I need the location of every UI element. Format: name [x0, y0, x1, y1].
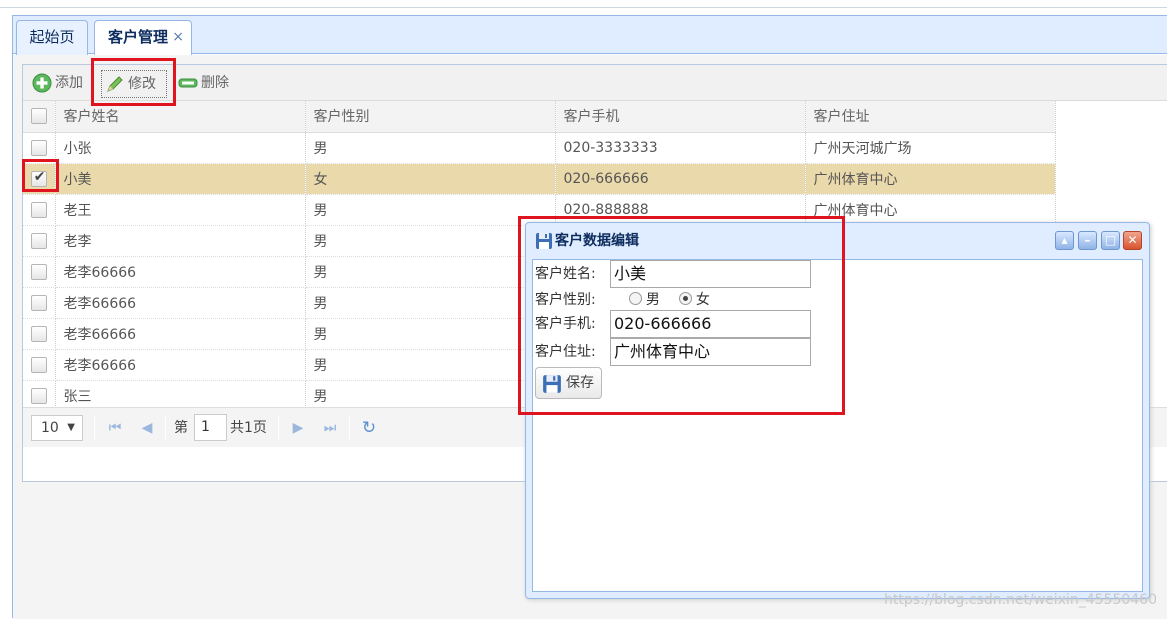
- edit-dialog: 客户数据编辑 ▴ – □ ✕ 客户姓名: 小美 客户性别: 男 女 客户手机: …: [525, 222, 1150, 599]
- cell-address: 广州天河城广场: [805, 132, 1056, 164]
- form-row-sex: 客户性别: 男 女: [535, 288, 710, 312]
- row-checkbox[interactable]: [23, 132, 56, 164]
- pager-divider: [94, 416, 95, 440]
- phone-label: 客户手机:: [535, 316, 596, 332]
- select-all-checkbox[interactable]: [23, 101, 56, 133]
- add-button[interactable]: 添加: [29, 71, 89, 95]
- next-page-icon[interactable]: ▶: [288, 418, 308, 438]
- save-button-label: 保存: [566, 375, 594, 391]
- cell-sex: 男: [305, 132, 556, 164]
- table-row[interactable]: 老王男 020-888888 广州体育中心: [23, 194, 1056, 226]
- cell-phone: 020-666666: [555, 163, 806, 195]
- cell-sex: 女: [305, 163, 556, 195]
- pager-divider: [349, 416, 350, 440]
- column-header-address[interactable]: 客户住址: [805, 101, 1056, 133]
- pencil-icon: [107, 76, 123, 92]
- radio-male-label: 男: [645, 292, 660, 308]
- cell-name: 老李66666: [55, 349, 306, 381]
- pager-divider: [165, 416, 166, 440]
- cell-sex: 男: [305, 318, 556, 350]
- radio-female-label: 女: [695, 292, 710, 308]
- cell-name: 老王: [55, 194, 306, 226]
- cell-name: 老李66666: [55, 256, 306, 288]
- tab-home-label: 起始页: [29, 28, 75, 46]
- plus-icon: [32, 73, 52, 93]
- close-icon[interactable]: ✕: [1123, 231, 1142, 250]
- cell-name: 老李66666: [55, 318, 306, 350]
- cell-phone: 020-888888: [555, 194, 806, 226]
- row-checkbox[interactable]: [23, 318, 56, 350]
- cell-name: 小美: [55, 163, 306, 195]
- prev-page-icon[interactable]: ◀: [137, 418, 157, 438]
- phone-input[interactable]: 020-666666: [610, 310, 811, 338]
- cell-address: 广州体育中心: [805, 194, 1056, 226]
- row-checkbox[interactable]: [23, 256, 56, 288]
- column-header-phone[interactable]: 客户手机: [555, 101, 806, 133]
- name-input[interactable]: 小美: [610, 260, 811, 288]
- edit-button-label: 修改: [128, 76, 156, 92]
- tabs-bar: 起始页 客户管理 ×: [13, 16, 1167, 55]
- floppy-disk-icon: [543, 375, 561, 393]
- cell-sex: 男: [305, 287, 556, 319]
- row-checkbox[interactable]: [23, 287, 56, 319]
- row-checkbox[interactable]: [23, 349, 56, 381]
- pager-divider: [278, 416, 279, 440]
- cell-name: 老李: [55, 225, 306, 257]
- cell-address: 广州体育中心: [805, 163, 1056, 195]
- grid-toolbar: 添加 修改 删除: [23, 65, 1167, 101]
- save-button[interactable]: 保存: [535, 367, 602, 399]
- form-row-name: 客户姓名: 小美: [535, 260, 811, 288]
- add-button-label: 添加: [55, 75, 83, 91]
- dialog-title: 客户数据编辑: [535, 231, 639, 251]
- edit-button[interactable]: 修改: [101, 70, 167, 98]
- chevron-down-icon: ▼: [67, 422, 75, 433]
- tab-home[interactable]: 起始页: [16, 20, 88, 55]
- form-row-phone: 客户手机: 020-666666: [535, 310, 811, 338]
- column-header-sex[interactable]: 客户性别: [305, 101, 556, 133]
- table-row[interactable]: 小美女020-666666广州体育中心: [23, 163, 1056, 195]
- page-total: 共1页: [230, 420, 267, 436]
- cell-phone: 020-3333333: [555, 132, 806, 164]
- minimize-icon[interactable]: –: [1078, 231, 1097, 250]
- sex-label: 客户性别:: [535, 292, 596, 308]
- row-checkbox[interactable]: [23, 194, 56, 226]
- tab-customer-management-label: 客户管理: [108, 28, 169, 46]
- page-size-value: 10: [41, 420, 59, 436]
- page-prefix: 第: [174, 420, 188, 436]
- name-label: 客户姓名:: [535, 266, 596, 282]
- cell-name: 老李66666: [55, 287, 306, 319]
- delete-button[interactable]: 删除: [175, 71, 237, 95]
- floppy-disk-icon: [536, 233, 552, 249]
- cell-sex: 男: [305, 256, 556, 288]
- cell-sex: 男: [305, 225, 556, 257]
- dialog-body: 客户姓名: 小美 客户性别: 男 女 客户手机: 020-666666 客户住址…: [532, 259, 1143, 592]
- row-checkbox[interactable]: [23, 225, 56, 257]
- maximize-icon[interactable]: □: [1101, 231, 1120, 250]
- refresh-icon[interactable]: ↻: [359, 418, 379, 438]
- tab-customer-management[interactable]: 客户管理 ×: [94, 20, 192, 55]
- cell-sex: 男: [305, 194, 556, 226]
- table-row[interactable]: 小张男 020-3333333 广州天河城广场: [23, 132, 1056, 164]
- cell-name: 小张: [55, 132, 306, 164]
- dialog-title-text: 客户数据编辑: [555, 233, 639, 249]
- page-size-select[interactable]: 10 ▼: [31, 415, 83, 441]
- row-checkbox[interactable]: [23, 163, 56, 195]
- minus-icon: [178, 78, 198, 88]
- page-number-input[interactable]: 1: [194, 414, 227, 441]
- cell-sex: 男: [305, 349, 556, 381]
- form-row-address: 客户住址: 广州体育中心: [535, 338, 811, 366]
- address-label: 客户住址:: [535, 344, 596, 360]
- last-page-icon[interactable]: ⏭: [320, 418, 340, 438]
- top-strip: [0, 0, 1167, 8]
- collapse-icon[interactable]: ▴: [1055, 231, 1074, 250]
- radio-male[interactable]: [628, 292, 642, 305]
- tab-close-icon[interactable]: ×: [172, 21, 184, 54]
- column-header-name[interactable]: 客户姓名: [55, 101, 306, 133]
- radio-female[interactable]: [678, 292, 692, 305]
- delete-button-label: 删除: [201, 75, 229, 91]
- first-page-icon[interactable]: ⏮: [105, 418, 125, 438]
- watermark: https://blog.csdn.net/weixin_45550460: [883, 592, 1157, 608]
- address-input[interactable]: 广州体育中心: [610, 338, 811, 366]
